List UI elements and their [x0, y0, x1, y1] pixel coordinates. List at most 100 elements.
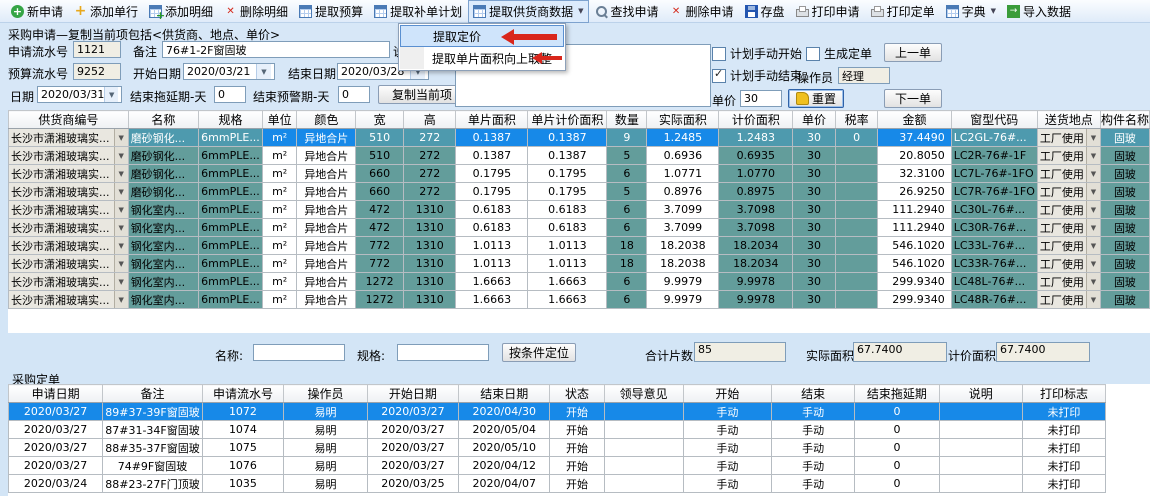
table-cell[interactable]: 1272: [356, 273, 404, 291]
table-cell[interactable]: 5: [607, 183, 647, 201]
table-row[interactable]: 长沙市潇湘玻璃实...▼钢化室内...6mmPLE...m²异地合片772131…: [9, 237, 1150, 255]
toolbar-import-data-button[interactable]: 导入数据: [1002, 0, 1076, 23]
table-cell[interactable]: 30: [793, 183, 836, 201]
table-cell[interactable]: 固玻: [1100, 183, 1149, 201]
table-row[interactable]: 长沙市潇湘玻璃实...▼磨砂钢化...6mmPLE...m²异地合片660272…: [9, 165, 1150, 183]
table-cell[interactable]: 272: [404, 147, 456, 165]
table-cell[interactable]: 固玻: [1100, 237, 1149, 255]
table-cell[interactable]: 磨砂钢化...: [128, 129, 198, 147]
table-cell[interactable]: 2020/03/27: [9, 421, 103, 439]
table-cell[interactable]: [835, 183, 878, 201]
combo-cell[interactable]: 长沙市潇湘玻璃实...▼: [9, 183, 129, 201]
table-row[interactable]: 2020/03/2774#9F窗固玻1076易明2020/03/272020/0…: [9, 457, 1106, 475]
table-cell[interactable]: 钢化室内...: [128, 273, 198, 291]
dropdown-caret-icon[interactable]: ▼: [578, 7, 583, 15]
date-combo[interactable]: 2020/03/31 ▼: [37, 86, 122, 103]
table-cell[interactable]: 18.2034: [719, 237, 793, 255]
toolbar-extract-budget-button[interactable]: 提取预算: [294, 0, 368, 23]
table-cell[interactable]: 772: [356, 237, 404, 255]
table-cell[interactable]: 660: [356, 183, 404, 201]
table-row[interactable]: 2020/03/2787#31-34F窗固玻1074易明2020/03/2720…: [9, 421, 1106, 439]
table-cell[interactable]: 开始: [550, 475, 604, 493]
toolbar-extract-supplement-plan-button[interactable]: 提取补单计划: [369, 0, 467, 23]
table-cell[interactable]: [835, 165, 878, 183]
table-cell[interactable]: LC7R-76#-1FO: [951, 183, 1037, 201]
table-cell[interactable]: 546.1020: [878, 237, 951, 255]
table-row[interactable]: 长沙市潇湘玻璃实...▼钢化室内...6mmPLE...m²异地合片127213…: [9, 273, 1150, 291]
table-cell[interactable]: 0: [855, 421, 939, 439]
table-cell[interactable]: 0.6183: [456, 219, 528, 237]
table-cell[interactable]: [835, 291, 878, 309]
chevron-down-icon[interactable]: ▼: [1086, 165, 1100, 182]
table-cell[interactable]: 1.0113: [456, 237, 528, 255]
chevron-down-icon[interactable]: ▼: [1086, 183, 1100, 200]
table-cell[interactable]: 1072: [202, 403, 283, 421]
table-cell[interactable]: [835, 219, 878, 237]
table-cell[interactable]: 开始: [550, 421, 604, 439]
table-cell[interactable]: 1310: [404, 237, 456, 255]
table-cell[interactable]: 6mmPLE...: [199, 129, 263, 147]
table-cell[interactable]: LC33R-76#...: [951, 255, 1037, 273]
table-cell[interactable]: 易明: [284, 457, 368, 475]
table-cell[interactable]: 6mmPLE...: [199, 291, 263, 309]
table-row[interactable]: 长沙市潇湘玻璃实...▼钢化室内...6mmPLE...m²异地合片772131…: [9, 255, 1150, 273]
table-row[interactable]: 长沙市潇湘玻璃实...▼磨砂钢化...6mmPLE...m²异地合片660272…: [9, 183, 1150, 201]
combo-cell[interactable]: 长沙市潇湘玻璃实...▼: [9, 201, 129, 219]
table-cell[interactable]: 1.2483: [719, 129, 793, 147]
table-cell[interactable]: 111.2940: [878, 219, 951, 237]
table-cell[interactable]: 510: [356, 147, 404, 165]
table-cell[interactable]: LC33L-76#...: [951, 237, 1037, 255]
table-cell[interactable]: m²: [262, 201, 297, 219]
chevron-down-icon[interactable]: ▼: [114, 183, 128, 200]
table-cell[interactable]: 0: [855, 439, 939, 457]
table-cell[interactable]: 0.1387: [528, 147, 607, 165]
table-cell[interactable]: 1.0113: [456, 255, 528, 273]
table-cell[interactable]: 2020/03/27: [367, 421, 458, 439]
table-cell[interactable]: 0: [855, 475, 939, 493]
table-cell[interactable]: 2020/03/27: [9, 403, 103, 421]
table-cell[interactable]: 20.8050: [878, 147, 951, 165]
table-cell[interactable]: 异地合片: [297, 201, 356, 219]
table-cell[interactable]: LC48L-76#...: [951, 273, 1037, 291]
table-cell[interactable]: 易明: [284, 439, 368, 457]
table-cell[interactable]: 6: [607, 201, 647, 219]
table-cell[interactable]: 9.9979: [647, 273, 719, 291]
table-cell[interactable]: 88#23-27F门顶玻: [103, 475, 203, 493]
table-cell[interactable]: 固玻: [1100, 129, 1149, 147]
chevron-down-icon[interactable]: ▼: [1086, 201, 1100, 218]
table-row[interactable]: 长沙市潇湘玻璃实...▼钢化室内...6mmPLE...m²异地合片472131…: [9, 201, 1150, 219]
table-cell[interactable]: 2020/03/27: [9, 439, 103, 457]
table-cell[interactable]: 易明: [284, 421, 368, 439]
table-cell[interactable]: 0.8976: [647, 183, 719, 201]
table-cell[interactable]: 272: [404, 183, 456, 201]
table-cell[interactable]: 手动: [683, 439, 771, 457]
table-cell[interactable]: 1310: [404, 219, 456, 237]
table-cell[interactable]: [604, 439, 683, 457]
table-cell[interactable]: 18.2034: [719, 255, 793, 273]
table-cell[interactable]: 2020/03/27: [367, 403, 458, 421]
filter-name-input[interactable]: [253, 344, 345, 361]
chevron-down-icon[interactable]: ▼: [104, 87, 118, 102]
combo-cell[interactable]: 工厂使用▼: [1037, 291, 1100, 309]
copy-current-button[interactable]: 复制当前项: [378, 85, 466, 104]
table-cell[interactable]: 0.6183: [456, 201, 528, 219]
table-cell[interactable]: m²: [262, 147, 297, 165]
table-cell[interactable]: 固玻: [1100, 255, 1149, 273]
table-cell[interactable]: 未打印: [1022, 421, 1105, 439]
table-cell[interactable]: 1310: [404, 201, 456, 219]
table-cell[interactable]: 2020/03/24: [9, 475, 103, 493]
combo-cell[interactable]: 长沙市潇湘玻璃实...▼: [9, 129, 129, 147]
combo-cell[interactable]: 工厂使用▼: [1037, 183, 1100, 201]
table-cell[interactable]: m²: [262, 255, 297, 273]
combo-cell[interactable]: 工厂使用▼: [1037, 201, 1100, 219]
table-cell[interactable]: 1.0770: [719, 165, 793, 183]
table-cell[interactable]: 异地合片: [297, 183, 356, 201]
table-cell[interactable]: 0.6936: [647, 147, 719, 165]
table-cell[interactable]: 1.6663: [528, 273, 607, 291]
table-cell[interactable]: 磨砂钢化...: [128, 165, 198, 183]
combo-cell[interactable]: 长沙市潇湘玻璃实...▼: [9, 219, 129, 237]
table-cell[interactable]: 6: [607, 165, 647, 183]
table-cell[interactable]: 固玻: [1100, 273, 1149, 291]
chevron-down-icon[interactable]: ▼: [1086, 255, 1100, 272]
table-cell[interactable]: 1272: [356, 291, 404, 309]
